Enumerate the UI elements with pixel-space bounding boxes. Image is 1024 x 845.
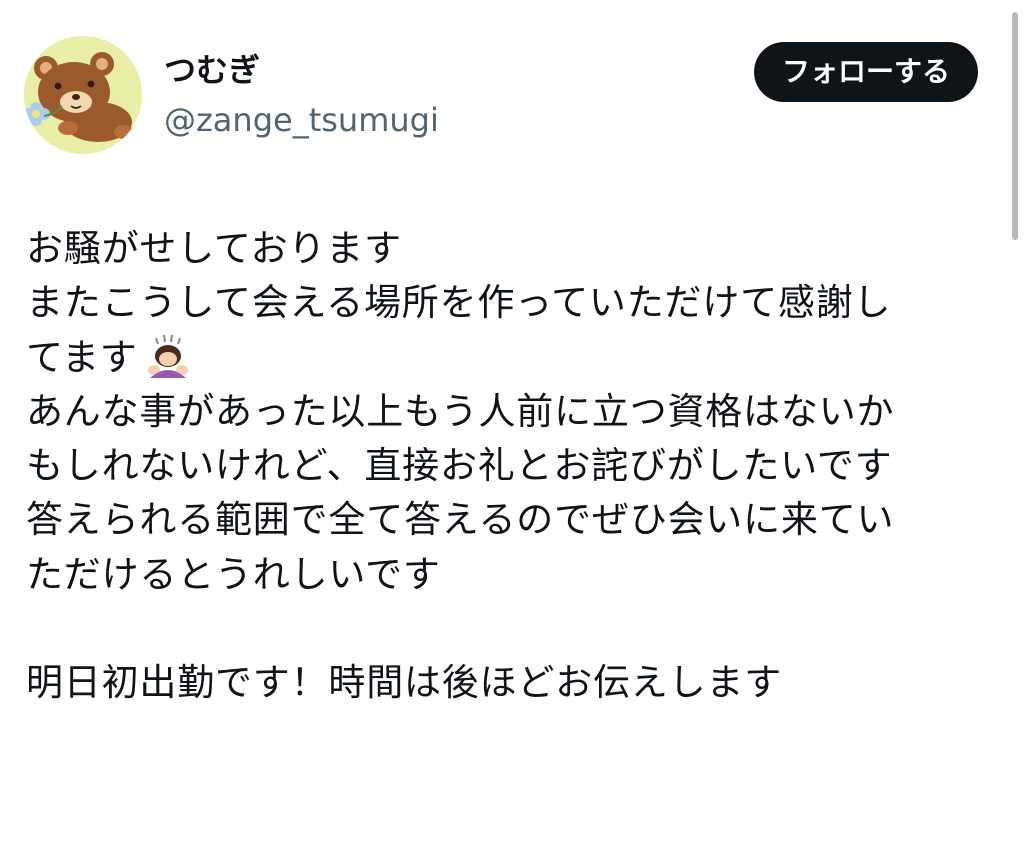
tweet-text: お騒がせしております またこうして会える場所を作っていただけて感謝し てます あ… bbox=[26, 222, 994, 711]
tweet-line: 明日初出勤です！時間は後ほどお伝えします bbox=[26, 661, 782, 705]
tweet-line-with-emoji: てます bbox=[26, 331, 994, 385]
tweet-line: お騒がせしております bbox=[26, 227, 402, 270]
bear-avatar-icon bbox=[24, 36, 142, 154]
tweet-header: つむぎ @zange_tsumugi フォローする bbox=[24, 36, 984, 156]
user-handle[interactable]: @zange_tsumugi bbox=[164, 100, 439, 140]
tweet-line-text: てます bbox=[26, 335, 138, 379]
person-bowing-emoji-icon bbox=[142, 334, 194, 378]
scrollbar-thumb[interactable] bbox=[1012, 12, 1018, 240]
tweet-line: あんな事があった以上もう人前に立つ資格はないか bbox=[26, 389, 895, 433]
tweet-line: 答えられる範囲で全て答えるのでぜひ会いに来てい bbox=[26, 498, 895, 542]
tweet-line: またこうして会える場所を作っていただけて感謝し bbox=[26, 281, 892, 325]
tweet-line: もしれないけれど、直接お礼とお詫びがしたいです bbox=[26, 444, 893, 488]
follow-button[interactable]: フォローする bbox=[753, 42, 978, 102]
tweet-line: ただけるとうれしいです bbox=[26, 552, 441, 596]
user-display-name[interactable]: つむぎ bbox=[164, 50, 260, 90]
user-avatar[interactable] bbox=[24, 36, 142, 154]
